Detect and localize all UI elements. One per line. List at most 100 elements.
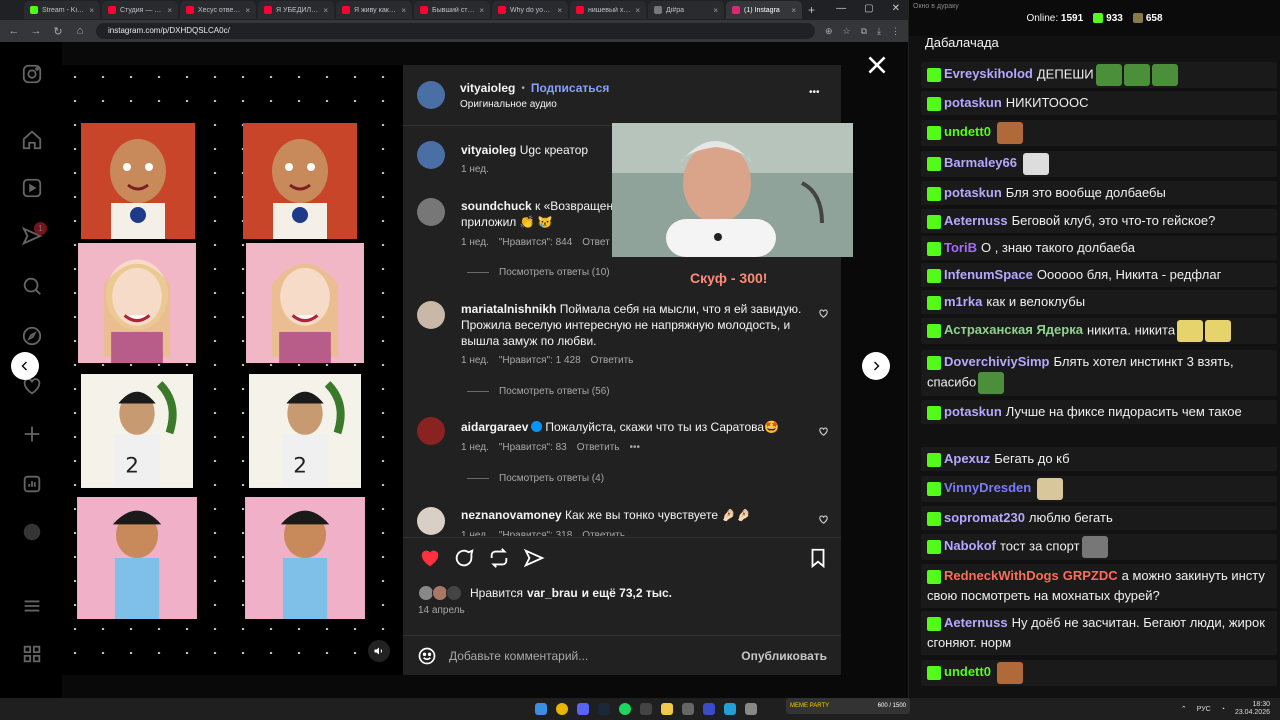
- likes-user[interactable]: var_brau: [527, 586, 578, 600]
- publish-button[interactable]: Опубликовать: [741, 649, 827, 663]
- comment-likes[interactable]: "Нравится": 318: [499, 530, 572, 536]
- caption-username[interactable]: vityaioleg: [461, 143, 516, 157]
- close-tab-icon[interactable]: ×: [713, 6, 718, 15]
- browser-tab[interactable]: Бывший стрит ×: [414, 1, 490, 19]
- chat-username[interactable]: Nabokof: [944, 538, 996, 553]
- comment-likes[interactable]: "Нравится": 844: [499, 237, 572, 248]
- like-comment-icon[interactable]: [818, 514, 829, 525]
- forward-icon[interactable]: →: [30, 25, 42, 37]
- close-tab-icon[interactable]: ×: [89, 6, 94, 15]
- comment-avatar[interactable]: [417, 507, 445, 535]
- comment-username[interactable]: mariatalnishnikh: [461, 302, 556, 316]
- close-tab-icon[interactable]: ×: [557, 6, 562, 15]
- close-modal-icon[interactable]: [864, 52, 890, 78]
- close-tab-icon[interactable]: ×: [245, 6, 250, 15]
- telegram-icon[interactable]: [724, 703, 736, 715]
- chat-username[interactable]: undett0: [944, 664, 991, 679]
- chat-username[interactable]: InfenumSpace: [944, 267, 1033, 282]
- chat-username[interactable]: potaskun: [944, 95, 1002, 110]
- chat-username[interactable]: sopromat230: [944, 510, 1025, 525]
- comment-username[interactable]: aidargaraev: [461, 420, 528, 434]
- caption-avatar[interactable]: [417, 141, 445, 169]
- chat-username[interactable]: DoverchiviySimp: [944, 354, 1050, 369]
- close-tab-icon[interactable]: ×: [635, 6, 640, 15]
- browser-tab[interactable]: Why do young ×: [492, 1, 568, 19]
- steam-icon[interactable]: [598, 703, 610, 715]
- tray-arrow-icon[interactable]: ⌃: [1181, 705, 1187, 713]
- folder-icon[interactable]: [661, 703, 673, 715]
- app-icon[interactable]: [745, 703, 757, 715]
- app-icon[interactable]: [682, 703, 694, 715]
- discord-icon[interactable]: [577, 703, 589, 715]
- share-icon[interactable]: [523, 547, 545, 569]
- obs-icon[interactable]: [640, 703, 652, 715]
- spotify-icon[interactable]: [619, 703, 631, 715]
- maximize-icon[interactable]: ▢: [864, 3, 873, 14]
- minimize-icon[interactable]: —: [836, 3, 846, 14]
- browser-tab[interactable]: (1) Instagra ×: [726, 1, 802, 19]
- save-bookmark-icon[interactable]: [807, 547, 829, 569]
- comment-likes[interactable]: "Нравится": 1 428: [499, 355, 581, 366]
- likes-summary[interactable]: Нравится var_brau и ещё 73,2 тыс.: [418, 585, 672, 601]
- close-window-icon[interactable]: ✕: [892, 3, 900, 14]
- wifi-icon[interactable]: ◔: [1221, 706, 1225, 713]
- close-tab-icon[interactable]: ×: [323, 6, 328, 15]
- browser-tab[interactable]: Я УБЕДИЛ НЕ ×: [258, 1, 334, 19]
- browser-tab[interactable]: Stream - Kick D ×: [24, 1, 100, 19]
- clock[interactable]: 18:30 23.04.2026: [1235, 701, 1270, 717]
- comment-username[interactable]: soundchuck: [461, 199, 532, 213]
- chrome-icon[interactable]: [556, 703, 568, 715]
- close-tab-icon[interactable]: ×: [479, 6, 484, 15]
- view-replies-button[interactable]: Посмотреть ответы (56): [467, 386, 610, 397]
- chat-username[interactable]: m1rka: [944, 294, 982, 309]
- reload-icon[interactable]: ↻: [52, 25, 64, 38]
- post-options-icon[interactable]: •••: [809, 87, 820, 98]
- view-replies-button[interactable]: Посмотреть ответы (10): [467, 267, 610, 278]
- repost-icon[interactable]: [488, 547, 510, 569]
- comment-avatar[interactable]: [417, 417, 445, 445]
- mute-button[interactable]: [368, 640, 390, 662]
- lang-indicator[interactable]: РУС: [1197, 706, 1211, 713]
- view-replies-button[interactable]: Посмотреть ответы (4): [467, 473, 604, 484]
- audio-label[interactable]: Оригинальное аудио: [460, 99, 557, 110]
- chat-username[interactable]: RedneckWithDogs: [944, 568, 1059, 583]
- reply-button[interactable]: Ответить: [582, 530, 625, 536]
- previous-post-button[interactable]: [11, 352, 39, 380]
- extensions-icon[interactable]: ⧉: [861, 26, 867, 37]
- likes-count[interactable]: и ещё 73,2 тыс.: [582, 586, 672, 600]
- author-username[interactable]: vityaioleg: [460, 81, 515, 95]
- comment-likes[interactable]: "Нравится": 83: [499, 442, 567, 453]
- browser-tab[interactable]: Ді#ра ×: [648, 1, 724, 19]
- chat-username[interactable]: Apexuz: [944, 451, 990, 466]
- menu-icon[interactable]: ⋮: [891, 26, 900, 37]
- follow-button[interactable]: Подписаться: [531, 81, 609, 95]
- chat-username[interactable]: VinnyDresden: [944, 480, 1031, 495]
- comment-avatar[interactable]: [417, 198, 445, 226]
- close-tab-icon[interactable]: ×: [401, 6, 406, 15]
- comment-input[interactable]: Добавьте комментарий...: [449, 649, 729, 663]
- chat-username[interactable]: Evreyskiholod: [944, 66, 1033, 81]
- close-tab-icon[interactable]: ×: [791, 6, 796, 15]
- chat-username[interactable]: Астраханская Ядерка: [944, 322, 1083, 337]
- reply-button[interactable]: Ответить: [577, 442, 620, 453]
- chat-username[interactable]: Aeternuss: [944, 213, 1008, 228]
- browser-tab[interactable]: нишевый хоуз ×: [570, 1, 646, 19]
- like-heart-icon[interactable]: [419, 547, 441, 569]
- comment-username[interactable]: neznanovamoney: [461, 508, 562, 522]
- like-comment-icon[interactable]: [818, 308, 829, 319]
- comment-avatar[interactable]: [417, 301, 445, 329]
- chat-username[interactable]: undett0: [944, 124, 991, 139]
- chat-username-extra[interactable]: GRPZDC: [1063, 568, 1118, 583]
- back-icon[interactable]: ←: [8, 25, 20, 37]
- chat-username[interactable]: potaskun: [944, 185, 1002, 200]
- download-icon[interactable]: ⤓: [877, 26, 881, 37]
- post-media[interactable]: 2 2: [61, 65, 403, 675]
- browser-tab[interactable]: Я живу как об ×: [336, 1, 412, 19]
- chat-username[interactable]: ToriB: [944, 240, 977, 255]
- comment-options-icon[interactable]: •••: [629, 442, 640, 453]
- reply-button[interactable]: Ответ: [582, 237, 609, 248]
- bookmark-star-icon[interactable]: ☆: [843, 26, 851, 37]
- browser-tab[interactable]: Хесус ответил ×: [180, 1, 256, 19]
- comment-icon[interactable]: [453, 547, 475, 569]
- url-field[interactable]: instagram.com/p/DXHDQSLCA0c/: [96, 23, 815, 39]
